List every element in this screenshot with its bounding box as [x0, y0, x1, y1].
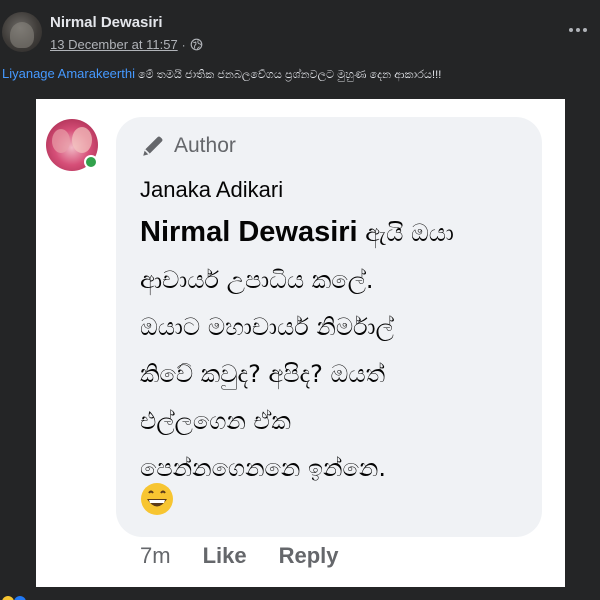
comment-line: ඔයාට මහාචාර්ය නිර්මාල් — [140, 313, 394, 341]
post-image[interactable]: Author Janaka Adikari Nirmal Dewasiri ඇය… — [36, 99, 565, 587]
comment-text: Nirmal Dewasiri ඇයි ඔයා ආචාර්ය උපාධිය කල… — [140, 209, 535, 492]
caption-text: මේ තමයි ජාතික ජනබලවේගය ප්‍රශ්නවලට මුහුණ … — [134, 69, 442, 81]
globe-icon — [190, 38, 203, 51]
post-meta: 13 December at 11:57 · — [50, 37, 203, 52]
more-dot — [576, 28, 580, 32]
comment-line: එල්ලගෙන ඒක — [140, 407, 291, 435]
comment-bubble: Author Janaka Adikari Nirmal Dewasiri ඇය… — [116, 117, 542, 537]
comment-actions: 7m Like Reply — [140, 543, 339, 569]
more-dot — [569, 28, 573, 32]
comment-line-text: ඇයි ඔයා — [357, 219, 454, 247]
reply-link: Reply — [278, 543, 339, 568]
tagged-name: Nirmal Dewasiri — [140, 216, 358, 248]
meta-separator: · — [181, 37, 186, 52]
comment-age: 7m — [140, 543, 171, 568]
author-avatar[interactable] — [2, 12, 42, 52]
post-author-name[interactable]: Nirmal Dewasiri — [50, 14, 163, 31]
comment-line: Nirmal Dewasiri ඇයි ඔයා — [140, 209, 535, 257]
more-dot — [583, 28, 587, 32]
post-header: Nirmal Dewasiri 13 December at 11:57 · — [0, 0, 600, 66]
author-badge: Author — [140, 133, 236, 159]
commenter-name: Janaka Adikari — [140, 177, 284, 202]
author-badge-label: Author — [174, 134, 236, 157]
post-caption: Liyanage Amarakeerthi මේ තමයි ජාතික ජනබල… — [0, 66, 600, 96]
comment-line: පෙන්නගෙනනෙ ඉන්නෙ. — [140, 454, 386, 482]
online-status-dot — [84, 155, 98, 169]
comment-line: ආචාර්ය උපාධිය කලේ. — [140, 266, 374, 294]
comment-line: කිවේ කවුද? අපිද? ඔයත් — [140, 360, 386, 388]
mention-link[interactable]: Liyanage Amarakeerthi — [2, 66, 135, 81]
reactions-bar — [0, 587, 600, 600]
more-options-icon[interactable] — [566, 22, 590, 38]
post-timestamp[interactable]: 13 December at 11:57 — [50, 37, 178, 52]
grinning-face-icon — [141, 483, 173, 515]
pencil-icon — [143, 136, 163, 156]
like-link: Like — [202, 543, 247, 568]
